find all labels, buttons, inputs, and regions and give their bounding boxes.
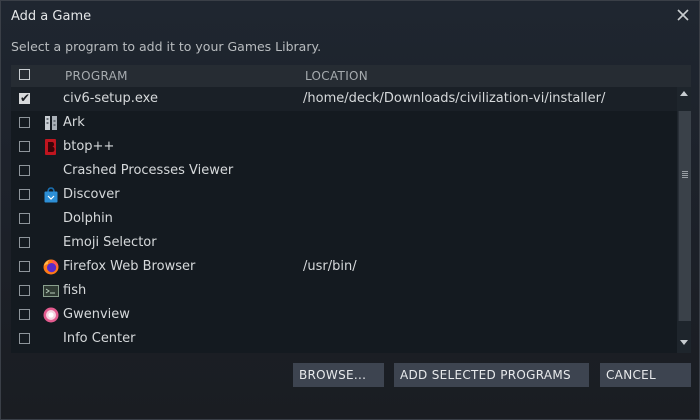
row-checkbox[interactable] bbox=[19, 285, 30, 296]
row-checkbox[interactable] bbox=[19, 189, 30, 200]
program-name: Gwenview bbox=[63, 307, 130, 322]
program-location: /home/deck/Downloads/civilization-vi/ins… bbox=[303, 91, 606, 106]
program-name: Info Center bbox=[63, 331, 136, 346]
row-checkbox[interactable] bbox=[19, 165, 30, 176]
program-name: civ6-setup.exe bbox=[63, 91, 158, 106]
row-checkbox[interactable] bbox=[19, 213, 30, 224]
scroll-up-arrow-icon[interactable] bbox=[680, 91, 688, 96]
program-location: /usr/bin/ bbox=[303, 259, 357, 274]
add-game-dialog: Add a Game Select a program to add it to… bbox=[0, 0, 700, 420]
scrollbar-thumb[interactable] bbox=[679, 111, 691, 321]
row-checkbox[interactable] bbox=[19, 141, 30, 152]
list-item[interactable]: Gwenview bbox=[11, 303, 677, 327]
cancel-button[interactable]: CANCEL bbox=[600, 363, 691, 387]
list-item[interactable]: Firefox Web Browser /usr/bin/ bbox=[11, 255, 677, 279]
list-item[interactable]: ✔ civ6-setup.exe /home/deck/Downloads/ci… bbox=[11, 87, 677, 111]
browse-button[interactable]: BROWSE... bbox=[293, 363, 384, 387]
row-checkbox[interactable]: ✔ bbox=[19, 91, 31, 105]
column-header-location[interactable]: LOCATION bbox=[305, 69, 368, 83]
program-name: Ark bbox=[63, 115, 85, 130]
program-name: btop++ bbox=[63, 139, 115, 154]
program-name: fish bbox=[63, 283, 87, 298]
program-name: Discover bbox=[63, 187, 120, 202]
firefox-icon bbox=[43, 259, 59, 275]
checkmark-icon: ✔ bbox=[20, 91, 31, 105]
row-checkbox[interactable] bbox=[19, 261, 30, 272]
dialog-title: Add a Game bbox=[11, 9, 92, 24]
program-name: Crashed Processes Viewer bbox=[63, 163, 234, 178]
column-header-program[interactable]: PROGRAM bbox=[65, 69, 128, 83]
ark-archive-icon bbox=[45, 116, 57, 130]
list-item[interactable]: Ark bbox=[11, 111, 677, 135]
vertical-scrollbar[interactable] bbox=[677, 87, 691, 353]
list-header: PROGRAM LOCATION bbox=[11, 65, 691, 87]
btop-icon bbox=[45, 139, 56, 155]
program-name: Dolphin bbox=[63, 211, 113, 226]
discover-bag-icon bbox=[44, 187, 58, 203]
scrollbar-track[interactable] bbox=[678, 111, 691, 321]
list-item[interactable]: Crashed Processes Viewer bbox=[11, 159, 677, 183]
program-name: Firefox Web Browser bbox=[63, 259, 196, 274]
select-all-checkbox-wrap[interactable] bbox=[19, 69, 30, 80]
add-selected-programs-button[interactable]: ADD SELECTED PROGRAMS bbox=[394, 363, 589, 387]
select-all-checkbox[interactable] bbox=[19, 69, 30, 80]
list-item[interactable]: Dolphin bbox=[11, 207, 677, 231]
scroll-down-arrow-icon[interactable] bbox=[680, 340, 688, 345]
row-checkbox[interactable] bbox=[19, 237, 30, 248]
list-item[interactable]: Emoji Selector bbox=[11, 231, 677, 255]
program-list: PROGRAM LOCATION ✔ civ6-setup.exe /home/… bbox=[11, 65, 691, 353]
title-bar: Add a Game bbox=[1, 1, 699, 32]
gwenview-icon bbox=[43, 307, 59, 323]
row-checkbox[interactable] bbox=[19, 309, 30, 320]
dialog-subtitle: Select a program to add it to your Games… bbox=[11, 39, 322, 54]
program-name: Emoji Selector bbox=[63, 235, 157, 250]
list-rows: ✔ civ6-setup.exe /home/deck/Downloads/ci… bbox=[11, 87, 677, 353]
row-checkbox[interactable] bbox=[19, 333, 30, 344]
list-item[interactable]: Discover bbox=[11, 183, 677, 207]
list-item[interactable]: btop++ bbox=[11, 135, 677, 159]
fish-terminal-icon bbox=[43, 285, 59, 297]
scrollbar-grip-icon bbox=[682, 171, 688, 179]
row-checkbox[interactable] bbox=[19, 117, 30, 128]
list-item[interactable]: fish bbox=[11, 279, 677, 303]
close-icon[interactable] bbox=[675, 7, 691, 23]
list-item[interactable]: Info Center bbox=[11, 327, 677, 351]
